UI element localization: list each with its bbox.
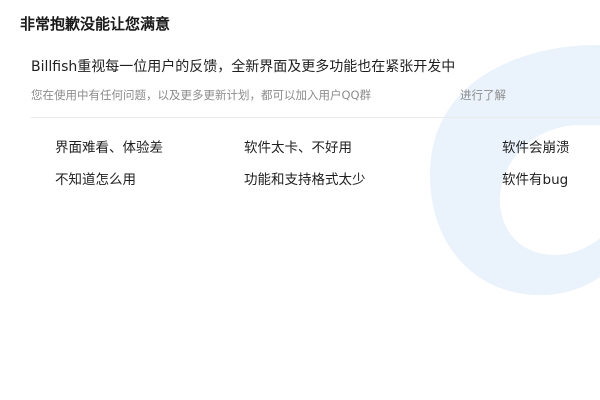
reason-option-crash[interactable]: 软件会崩溃 bbox=[502, 136, 570, 156]
reason-option-dont-know-how[interactable]: 不知道怎么用 bbox=[55, 168, 136, 188]
reason-option-ugly-ui[interactable]: 界面难看、体验差 bbox=[55, 136, 163, 156]
feedback-headline: Billfish重视每一位用户的反馈，全新界面及更多功能也在紧张开发中 bbox=[31, 59, 456, 75]
reason-option-few-features[interactable]: 功能和支持格式太少 bbox=[244, 168, 366, 188]
learn-more-link[interactable]: 进行了解 bbox=[460, 87, 506, 103]
feedback-subtext: 您在使用中有任何问题，以及更多更新计划，都可以加入用户QQ群 bbox=[31, 88, 372, 102]
dialog-title: 非常抱歉没能让您满意 bbox=[20, 15, 171, 33]
reason-option-bug[interactable]: 软件有bug bbox=[502, 168, 568, 188]
divider bbox=[31, 117, 600, 118]
reason-option-slow[interactable]: 软件太卡、不好用 bbox=[244, 136, 352, 156]
